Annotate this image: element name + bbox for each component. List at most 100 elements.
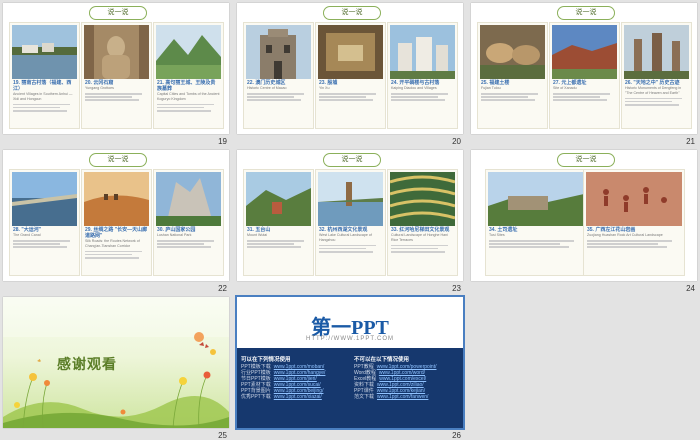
heritage-photo xyxy=(246,25,311,79)
heritage-title: 30. 庐山国家公园 xyxy=(157,227,196,233)
description-lines xyxy=(154,101,223,114)
heritage-card: 33. 红河哈尼梯田文化景观 Cultural Landscape of Hong… xyxy=(387,169,458,276)
brand-url: HTTP://WWW.1PPT.COM xyxy=(306,336,394,342)
usage-allowed-panel: 可以在下列情况使用 PPT模板下载 www.1ppt.com/moban/行业PP… xyxy=(237,352,350,428)
heritage-title: 24. 开平碉楼与古村落 xyxy=(391,80,440,86)
heritage-photo xyxy=(84,172,149,226)
slide-number: 23 xyxy=(452,284,461,293)
heritage-title: 25. 福建土楼 xyxy=(481,80,510,86)
heritage-title: 33. 红河哈尼梯田文化景观 xyxy=(391,227,450,233)
section-pill: 说一说 xyxy=(323,153,381,167)
description-lines xyxy=(10,238,79,251)
heritage-title: 34. 土司遗址 xyxy=(489,227,518,233)
heritage-card: 26. "天地之中" 历史古迹 Historic Monuments of Den… xyxy=(621,22,692,129)
link-url[interactable]: www.1ppt.com/fanwen/ xyxy=(377,394,428,400)
heritage-title: 27. 元上都遗址 xyxy=(553,80,587,86)
description-lines xyxy=(82,248,151,261)
slide-thumbnail-23[interactable]: 说一说 31. 五台山 Mount Wutai 32. 杭州西湖文化景观 West La… xyxy=(237,150,463,293)
heritage-title: 20. 云冈石窟 xyxy=(85,80,114,86)
heritage-card: 23. 殷墟 Yin Xu xyxy=(315,22,386,129)
heritage-photo xyxy=(390,25,455,79)
slide-thumbnail-24[interactable]: 说一说 34. 土司遗址 Tusi Sites 35. 广西左江花山岩画 Zuojian… xyxy=(471,150,697,293)
slide-thumbnail-20[interactable]: 说一说 22. 澳门历史城区 Historic Centre of Macao 23.… xyxy=(237,3,463,146)
heritage-card: 34. 土司遗址 Tusi Sites xyxy=(485,169,587,276)
heritage-card: 27. 元上都遗址 Site of Xanadu xyxy=(549,22,620,129)
heritage-subtitle: Ancient Villages in Southern Anhui — Xid… xyxy=(13,92,73,101)
description-lines xyxy=(388,242,457,255)
link-label: 优秀PPT下载 xyxy=(241,394,271,400)
forbidden-heading: 不可以在以下情况使用 xyxy=(354,357,410,363)
heritage-card: 21. 高句丽王城、王陵及贵族墓葬 Capital Cities and Tomb… xyxy=(153,22,224,129)
slide-thumbnail-25[interactable]: 感谢观看 25 xyxy=(3,297,229,440)
link-label: 范文下载 xyxy=(354,394,375,400)
link-row: 范文下载 www.1ppt.com/fanwen/ xyxy=(350,394,463,400)
heritage-card: 30. 庐山国家公园 Lushan National Park xyxy=(153,169,224,276)
heritage-photo xyxy=(586,172,682,226)
heritage-subtitle: West Lake Cultural Landscape of Hangzhou xyxy=(319,233,372,242)
thanks-title: 感谢观看 xyxy=(57,356,117,372)
heritage-photo xyxy=(318,172,383,226)
heritage-title: 32. 杭州西湖文化景观 xyxy=(319,227,368,233)
slide-canvas: 说一说 28. "大运河" The Grand Canal 29. 丝绸之路 "长安—… xyxy=(3,150,229,281)
section-pill: 说一说 xyxy=(89,6,147,20)
slide-number: 24 xyxy=(686,284,695,293)
slide-canvas: 说一说 31. 五台山 Mount Wutai 32. 杭州西湖文化景观 West La… xyxy=(237,150,463,281)
heritage-subtitle: Cultural Landscape of Honghe Hani Rice T… xyxy=(391,233,448,242)
heritage-card: 25. 福建土楼 Fujian Tulou xyxy=(477,22,548,129)
heritage-photo xyxy=(488,172,584,226)
heritage-card: 31. 五台山 Mount Wutai xyxy=(243,169,314,276)
heritage-card: 19. 丽南古村落（福建、西江） Ancient Villages in Sout… xyxy=(9,22,80,129)
heritage-title: 23. 殷墟 xyxy=(319,80,338,86)
heritage-title: 29. 丝绸之路 "长安—天山廊道路网" xyxy=(85,227,148,239)
section-pill: 说一说 xyxy=(323,6,381,20)
heritage-subtitle: Historic Monuments of Dengfeng in "The C… xyxy=(625,86,682,95)
heritage-card: 32. 杭州西湖文化景观 West Lake Cultural Landscape… xyxy=(315,169,386,276)
heritage-card: 35. 广西左江花山岩画 Zuojiang Huashan Rock Art Cu… xyxy=(583,169,685,276)
slide-canvas: 第一PPT HTTP://WWW.1PPT.COM 可以在下列情况使用 PPT模… xyxy=(235,295,465,430)
description-lines xyxy=(316,91,385,104)
description-lines xyxy=(584,238,684,251)
heritage-subtitle: Capital Cities and Tombs of the Ancient … xyxy=(157,92,220,101)
link-row: 优秀PPT下载 www.1ppt.com/xiazai/ xyxy=(237,394,350,400)
slide-thumbnail-22[interactable]: 说一说 28. "大运河" The Grand Canal 29. 丝绸之路 "长安—… xyxy=(3,150,229,293)
description-lines xyxy=(10,101,79,114)
slide-canvas: 说一说 22. 澳门历史城区 Historic Centre of Macao 23.… xyxy=(237,3,463,134)
slide-canvas: 感谢观看 xyxy=(3,297,229,428)
slide-thumbnail-19[interactable]: 说一说 19. 丽南古村落（福建、西江） Ancient Villages in S… xyxy=(3,3,229,146)
link-url[interactable]: www.1ppt.com/xiazai/ xyxy=(274,394,322,400)
section-pill: 说一说 xyxy=(557,6,615,20)
slide-number: 26 xyxy=(452,431,461,440)
description-lines xyxy=(154,238,223,251)
heritage-photo xyxy=(156,25,221,79)
heritage-photo xyxy=(12,172,77,226)
heritage-card: 20. 云冈石窟 Yungang Grottoes xyxy=(81,22,152,129)
description-lines xyxy=(486,238,586,251)
heritage-title: 31. 五台山 xyxy=(247,227,271,233)
slide-canvas: 说一说 25. 福建土楼 Fujian Tulou 27. 元上都遗址 Site of … xyxy=(471,3,697,134)
heritage-photo xyxy=(624,25,689,79)
slide-number: 25 xyxy=(218,431,227,440)
heritage-title: 26. "天地之中" 历史古迹 xyxy=(625,80,680,86)
slide-number: 22 xyxy=(218,284,227,293)
slide-number: 19 xyxy=(218,137,227,146)
slide-canvas: 说一说 34. 土司遗址 Tusi Sites 35. 广西左江花山岩画 Zuojian… xyxy=(471,150,697,281)
allowed-heading: 可以在下列情况使用 xyxy=(241,357,291,363)
description-lines xyxy=(388,91,457,104)
heritage-photo xyxy=(552,25,617,79)
heritage-title: 19. 丽南古村落（福建、西江） xyxy=(13,80,72,92)
section-pill: 说一说 xyxy=(557,153,615,167)
heritage-photo xyxy=(84,25,149,79)
heritage-photo xyxy=(318,25,383,79)
heritage-photo xyxy=(480,25,545,79)
heritage-subtitle: Silk Roads: the Routes Network of Chang'… xyxy=(85,239,140,248)
slide-number: 21 xyxy=(686,137,695,146)
slide-number: 20 xyxy=(452,137,461,146)
heritage-title: 22. 澳门历史城区 xyxy=(247,80,286,86)
slide-thumbnail-21[interactable]: 说一说 25. 福建土楼 Fujian Tulou 27. 元上都遗址 Site of … xyxy=(471,3,697,146)
heritage-photo xyxy=(390,172,455,226)
heritage-title: 21. 高句丽王城、王陵及贵族墓葬 xyxy=(157,80,216,92)
description-lines xyxy=(622,95,691,108)
slide-thumbnail-26[interactable]: 第一PPT HTTP://WWW.1PPT.COM 可以在下列情况使用 PPT模… xyxy=(235,295,465,440)
heritage-card: 29. 丝绸之路 "长安—天山廊道路网" Silk Roads: the Rout… xyxy=(81,169,152,276)
description-lines xyxy=(244,238,313,251)
